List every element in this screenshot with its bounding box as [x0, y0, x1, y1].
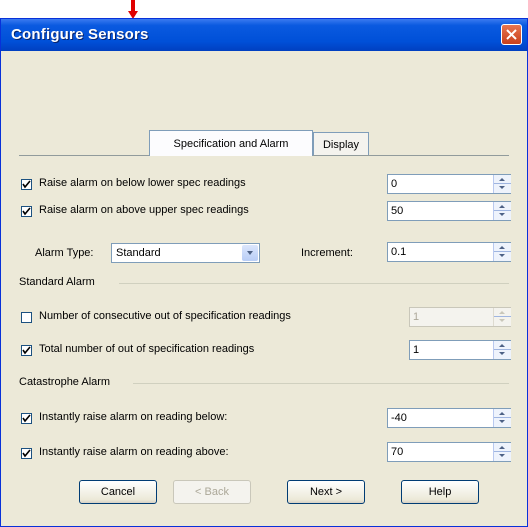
help-button[interactable]: Help — [401, 480, 479, 504]
catastrophe-alarm-header: Catastrophe Alarm — [19, 376, 111, 388]
reading-below-label: Instantly raise alarm on reading below: — [39, 411, 228, 423]
lower-spec-label: Raise alarm on below lower spec readings — [39, 177, 246, 189]
reading-above-label: Instantly raise alarm on reading above: — [39, 446, 229, 458]
reading-above-spinner[interactable]: 70 — [387, 442, 511, 462]
chevron-down-icon[interactable] — [242, 245, 258, 261]
standard-alarm-header: Standard Alarm — [19, 276, 95, 288]
reading-below-spinner[interactable]: -40 — [387, 408, 511, 428]
spin-up-icon[interactable] — [499, 446, 505, 449]
upper-spec-label: Raise alarm on above upper spec readings — [39, 204, 249, 216]
cancel-button[interactable]: Cancel — [79, 480, 157, 504]
upper-spec-value[interactable]: 50 — [391, 205, 403, 217]
total-readings-label: Total number of out of specification rea… — [39, 343, 255, 355]
reading-above-checkbox[interactable] — [21, 448, 32, 459]
spin-up-icon[interactable] — [499, 311, 505, 314]
reading-below-checkbox[interactable] — [21, 413, 32, 424]
consecutive-readings-label: Number of consecutive out of specificati… — [39, 310, 291, 322]
total-readings-value[interactable]: 1 — [413, 344, 419, 356]
tab-display[interactable]: Display — [313, 132, 369, 156]
standard-alarm-divider — [119, 283, 509, 284]
next-button[interactable]: Next > — [287, 480, 365, 504]
spin-down-icon[interactable] — [499, 420, 505, 423]
reading-below-value[interactable]: -40 — [391, 412, 407, 424]
spin-down-icon[interactable] — [499, 254, 505, 257]
spin-down-icon[interactable] — [499, 319, 505, 322]
lower-spec-value[interactable]: 0 — [391, 178, 397, 190]
spin-up-icon[interactable] — [499, 178, 505, 181]
reading-above-spin-buttons[interactable] — [493, 443, 511, 461]
increment-value[interactable]: 0.1 — [391, 246, 406, 258]
window-title: Configure Sensors — [11, 26, 149, 43]
increment-label: Increment: — [301, 247, 353, 259]
spin-down-icon[interactable] — [499, 454, 505, 457]
spin-up-icon[interactable] — [499, 205, 505, 208]
consecutive-readings-spin-buttons[interactable] — [493, 308, 511, 326]
alarm-type-label: Alarm Type: — [35, 247, 94, 259]
spin-up-icon[interactable] — [499, 344, 505, 347]
spin-down-icon[interactable] — [499, 213, 505, 216]
catastrophe-alarm-divider — [133, 383, 509, 384]
checkmark-icon — [22, 207, 31, 216]
reading-below-spin-buttons[interactable] — [493, 409, 511, 427]
upper-spec-spinner[interactable]: 50 — [387, 201, 511, 221]
spin-down-icon[interactable] — [499, 186, 505, 189]
lower-spec-spinner[interactable]: 0 — [387, 174, 511, 194]
spin-up-icon[interactable] — [499, 412, 505, 415]
increment-spin-buttons[interactable] — [493, 243, 511, 261]
increment-spinner[interactable]: 0.1 — [387, 242, 511, 262]
checkmark-icon — [22, 346, 31, 355]
consecutive-readings-checkbox[interactable] — [21, 312, 32, 323]
title-bar[interactable]: Configure Sensors — [1, 19, 527, 51]
checkmark-icon — [22, 414, 31, 423]
consecutive-readings-value[interactable]: 1 — [413, 311, 419, 323]
spin-down-icon[interactable] — [499, 352, 505, 355]
alarm-type-dropdown[interactable]: Standard — [111, 243, 260, 263]
total-readings-spin-buttons[interactable] — [493, 341, 511, 359]
upper-spec-spin-buttons[interactable] — [493, 202, 511, 220]
tab-specification-and-alarm[interactable]: Specification and Alarm — [149, 130, 313, 156]
red-arrow-marker-icon — [128, 0, 138, 20]
total-readings-spinner[interactable]: 1 — [409, 340, 511, 360]
lower-spec-spin-buttons[interactable] — [493, 175, 511, 193]
consecutive-readings-spinner[interactable]: 1 — [409, 307, 511, 327]
reading-above-value[interactable]: 70 — [391, 446, 403, 458]
upper-spec-checkbox[interactable] — [21, 206, 32, 217]
close-button[interactable] — [501, 24, 522, 45]
lower-spec-checkbox[interactable] — [21, 179, 32, 190]
alarm-type-value: Standard — [116, 247, 161, 259]
spin-up-icon[interactable] — [499, 246, 505, 249]
close-icon — [506, 29, 517, 40]
total-readings-checkbox[interactable] — [21, 345, 32, 356]
back-button[interactable]: < Back — [173, 480, 251, 504]
checkmark-icon — [22, 180, 31, 189]
configure-sensors-dialog: Configure Sensors Specification and Alar… — [0, 18, 528, 527]
checkmark-icon — [22, 449, 31, 458]
